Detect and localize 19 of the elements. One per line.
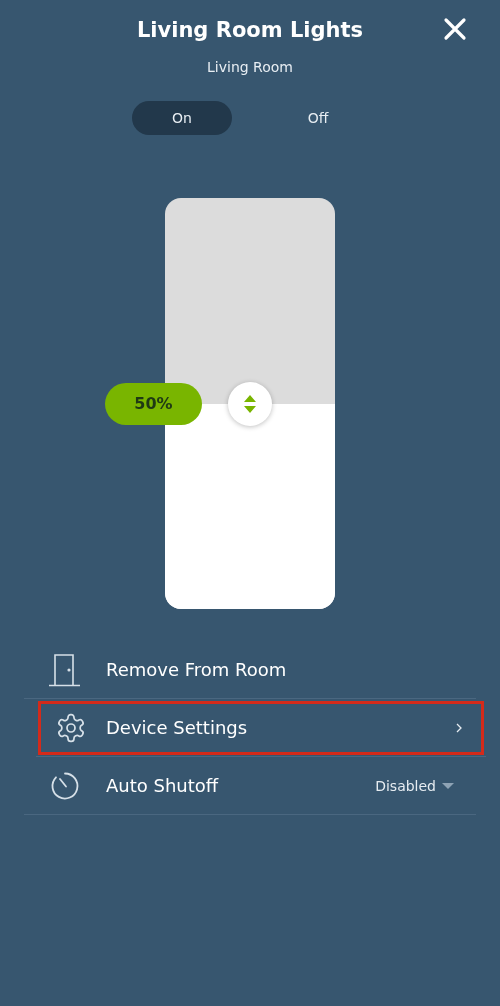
close-icon xyxy=(442,16,468,42)
timer-icon xyxy=(50,770,80,801)
menu-row[interactable]: Remove From Room xyxy=(24,641,476,699)
up-down-icon xyxy=(244,394,256,413)
settings-icon xyxy=(55,711,87,744)
menu-row[interactable]: Auto Shutoff Disabled xyxy=(24,757,476,815)
door-icon xyxy=(48,652,82,687)
close-button[interactable] xyxy=(442,16,468,42)
menu-label: Device Settings xyxy=(106,717,249,738)
device-title: Living Room Lights xyxy=(136,17,364,44)
highlighted-menu-row[interactable]: Device Settings xyxy=(36,699,486,757)
menu-label: Remove From Room xyxy=(106,659,288,680)
power-tab[interactable]: On xyxy=(132,101,232,135)
dropdown-caret-icon xyxy=(442,782,454,789)
room-name: Living Room xyxy=(207,59,293,75)
power-tab[interactable]: Off xyxy=(268,101,368,135)
menu-label: Auto Shutoff xyxy=(106,775,220,796)
dropdown-value: Disabled xyxy=(375,777,436,794)
brightness-reading: 50% xyxy=(105,382,202,425)
